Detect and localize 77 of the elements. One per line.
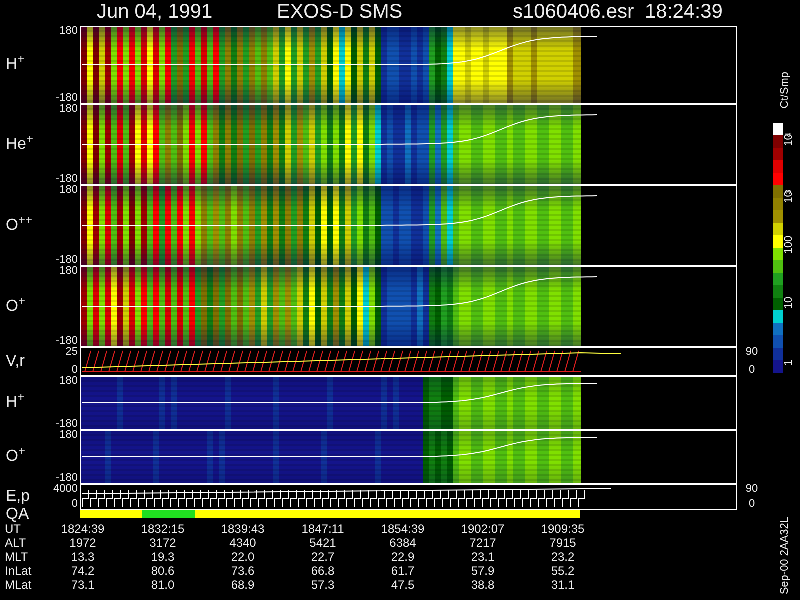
table-cell-text: 3172 [148,536,178,550]
instrument-title: EXOS-D SMS [277,0,404,24]
table-cell-text: 1854:39 [380,522,426,536]
table-cell-text: 19.3 [150,550,176,564]
table-cell-text: 1909:35 [540,522,586,536]
unit-label: Ct/Smp [778,72,792,109]
file-name: s1060406.esr [513,0,636,24]
table-cell-text: 61.7 [390,564,416,578]
axis-tick-label: 0 [72,499,78,510]
scale-label: 100 [783,236,795,254]
panel-label: O$^{++}$ [5,212,34,236]
axis-tick-label: -180 [56,93,78,104]
panel-label: O$^{+}$ [5,292,26,316]
axis-tick-label: 90 [746,347,758,358]
axis-tick-label: -180 [56,473,78,484]
table-cell-text: 5421 [308,536,338,550]
axis-tick-label: 90 [746,484,758,495]
time-label: 18:24:39 [645,0,724,24]
table-cell-text: 73.6 [230,564,256,578]
table-cell-text: 22.0 [230,550,256,564]
axis-tick-label: 180 [60,26,78,37]
table-cell-text: 73.1 [70,578,96,592]
axis-tick-label: 180 [60,104,78,115]
table-cell-text: 4340 [228,536,258,550]
table-cell-text: 7915 [548,536,578,550]
table-cell-text: 47.5 [390,578,416,592]
table-cell-text: 57.9 [470,564,496,578]
axis-tick-label: -180 [56,419,78,430]
table-cell-text: 1847:11 [300,522,346,536]
axis-tick-label: 4000 [54,484,78,495]
table-cell-text: 7217 [468,536,498,550]
row-label: ALT [5,536,28,550]
table-cell-text: 68.9 [230,578,256,592]
table-cell-text: 55.2 [550,564,576,578]
axis-tick-label: -180 [56,336,78,347]
table-cell-text: 23.2 [550,550,576,564]
table-cell-text: 23.1 [470,550,496,564]
panel-label: V,r [5,352,26,372]
table-cell-text: 80.6 [150,564,176,578]
table-cell-text: 74.2 [70,564,96,578]
panel-label: E,p [5,487,32,507]
axis-tick-label: 25 [66,347,78,358]
axis-tick-label: -180 [56,174,78,185]
table-cell-text: 31.1 [550,578,576,592]
axis-tick-label: -180 [56,255,78,266]
panel-label: H$^{+}$ [5,389,26,413]
row-label: MLat [5,578,33,592]
row-label: InLat [5,564,33,578]
table-cell-text: 81.0 [150,578,176,592]
table-cell-text: 1902:07 [460,522,506,536]
footer-label: Sep-00 2AA32L [778,517,792,595]
axis-tick-label: 0 [72,365,78,376]
table-cell-text: 66.8 [310,564,336,578]
table-cell-text: 1839:43 [220,522,266,536]
table-cell-text: 22.7 [310,550,336,564]
axis-tick-label: 180 [60,266,78,277]
table-cell-text: 13.3 [70,550,96,564]
table-cell-text: 6384 [388,536,418,550]
panel-label: O$^{+}$ [5,443,26,467]
table-cell-text: 1972 [68,536,98,550]
panel-label: H$^{+}$ [5,51,26,75]
date-label: Jun 04, 1991 [97,0,214,24]
scale-label: 1 [783,360,795,366]
axis-tick-label: 180 [60,376,78,387]
row-label: UT [5,522,22,536]
table-cell-text: 57.3 [310,578,336,592]
scale-label: 10 [783,296,795,309]
row-label: MLT [5,550,30,564]
table-cell-text: 38.8 [470,578,496,592]
axis-tick-label: 180 [60,185,78,196]
panel-label: He$^{+}$ [5,130,34,154]
table-cell-text: 1832:15 [140,522,186,536]
table-cell-text: 1824:39 [60,522,106,536]
axis-tick-label: 180 [60,430,78,441]
table-cell-text: 22.9 [390,550,416,564]
axis-tick-label: 0 [748,499,756,510]
axis-tick-label: 0 [748,365,756,376]
